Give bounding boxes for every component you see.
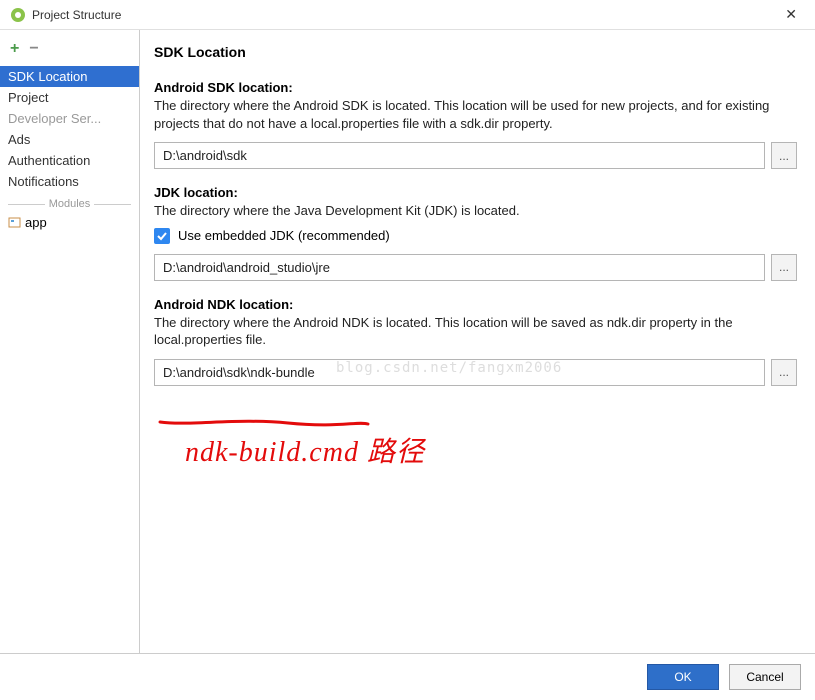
ok-button[interactable]: OK — [647, 664, 719, 690]
remove-icon[interactable]: − — [29, 40, 38, 58]
module-icon — [8, 216, 21, 229]
page-title: SDK Location — [154, 44, 797, 60]
check-icon — [156, 230, 168, 242]
sidebar-item-project[interactable]: Project — [0, 87, 139, 108]
ndk-browse-button[interactable]: ... — [771, 359, 797, 386]
modules-separator: Modules — [4, 198, 135, 210]
ndk-location-desc: The directory where the Android NDK is l… — [154, 314, 797, 349]
cancel-button[interactable]: Cancel — [729, 664, 801, 690]
dialog-footer: OK Cancel — [0, 653, 815, 699]
sdk-location-label: Android SDK location: — [154, 80, 797, 95]
module-item-app[interactable]: app — [0, 212, 139, 233]
body: + − SDK Location Project Developer Ser..… — [0, 30, 815, 653]
ndk-location-input[interactable] — [154, 359, 765, 386]
sidebar-item-label: Project — [8, 90, 48, 105]
sidebar-item-ads[interactable]: Ads — [0, 129, 139, 150]
embedded-jdk-checkbox[interactable] — [154, 228, 170, 244]
jdk-location-label: JDK location: — [154, 185, 797, 200]
embedded-jdk-checkbox-row[interactable]: Use embedded JDK (recommended) — [154, 228, 797, 244]
jdk-location-input[interactable] — [154, 254, 765, 281]
jdk-location-desc: The directory where the Java Development… — [154, 202, 797, 220]
sdk-browse-button[interactable]: ... — [771, 142, 797, 169]
sidebar-item-sdk-location[interactable]: SDK Location — [0, 66, 139, 87]
sidebar-item-label: Notifications — [8, 174, 79, 189]
sdk-location-desc: The directory where the Android SDK is l… — [154, 97, 797, 132]
sdk-location-input[interactable] — [154, 142, 765, 169]
sidebar-item-label: Ads — [8, 132, 30, 147]
sidebar-toolbar: + − — [0, 36, 139, 66]
window-title: Project Structure — [32, 8, 121, 22]
sidebar-item-label: Developer Ser... — [8, 111, 101, 126]
module-label: app — [25, 215, 47, 230]
sidebar: + − SDK Location Project Developer Ser..… — [0, 30, 140, 653]
close-button[interactable]: ✕ — [777, 2, 805, 27]
sidebar-item-notifications[interactable]: Notifications — [0, 171, 139, 192]
sidebar-item-authentication[interactable]: Authentication — [0, 150, 139, 171]
sidebar-item-developer-services[interactable]: Developer Ser... — [0, 108, 139, 129]
main-panel: SDK Location Android SDK location: The d… — [140, 30, 815, 653]
sidebar-item-label: Authentication — [8, 153, 90, 168]
titlebar: Project Structure ✕ — [0, 0, 815, 30]
add-icon[interactable]: + — [10, 40, 19, 58]
ndk-location-label: Android NDK location: — [154, 297, 797, 312]
jdk-browse-button[interactable]: ... — [771, 254, 797, 281]
titlebar-left: Project Structure — [10, 7, 121, 23]
android-studio-icon — [10, 7, 26, 23]
sidebar-item-label: SDK Location — [8, 69, 88, 84]
embedded-jdk-label: Use embedded JDK (recommended) — [178, 228, 390, 243]
